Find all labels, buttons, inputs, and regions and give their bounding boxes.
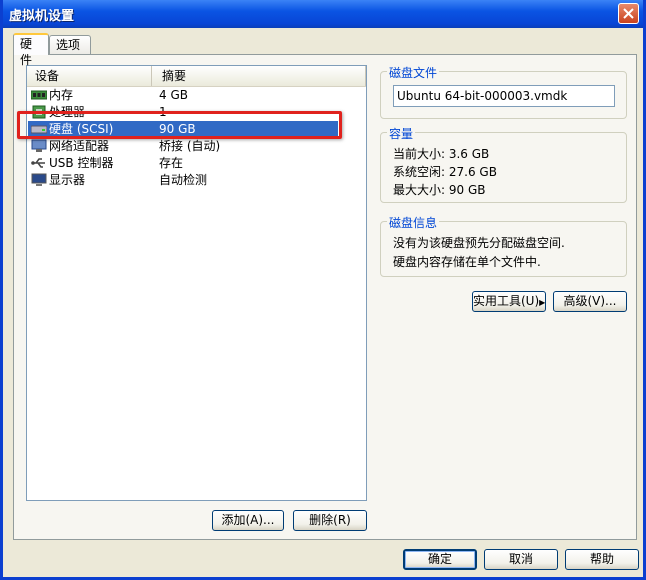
device-row-network-adapter[interactable]: 网络适配器 桥接 (自动): [28, 138, 338, 155]
display-icon: [31, 173, 47, 186]
device-row-memory[interactable]: 内存 4 GB: [28, 87, 338, 104]
system-free-text: 系统空闲: 27.6 GB: [393, 165, 497, 179]
usb-icon: [31, 158, 45, 168]
column-header-summary[interactable]: 摘要: [152, 66, 366, 86]
device-name: 网络适配器: [49, 139, 110, 153]
disk-file-field[interactable]: Ubuntu 64-bit-000003.vmdk: [393, 85, 615, 107]
remove-device-button[interactable]: 删除(R): [293, 510, 367, 531]
vm-settings-window: 虚拟机设置 硬件 选项 设备 摘要 内存 4 GB 处理器 1 硬盘 (SCSI…: [0, 0, 646, 580]
disk-file-legend: 磁盘文件: [387, 64, 440, 81]
device-summary: 存在: [159, 156, 184, 170]
device-summary: 4 GB: [159, 88, 188, 102]
disk-info-line-2: 硬盘内容存储在单个文件中.: [393, 255, 541, 269]
capacity-legend: 容量: [387, 125, 416, 142]
device-name: 内存: [49, 88, 74, 102]
capacity-group: 容量 当前大小: 3.6 GB 系统空闲: 27.6 GB 最大大小: 90 G…: [380, 125, 627, 203]
disk-info-line-1: 没有为该硬盘预先分配磁盘空间.: [393, 236, 565, 250]
title-bar[interactable]: 虚拟机设置: [3, 0, 643, 28]
device-summary: 桥接 (自动): [159, 139, 221, 153]
help-button[interactable]: 帮助: [565, 549, 639, 570]
disk-file-group: 磁盘文件 Ubuntu 64-bit-000003.vmdk: [380, 64, 627, 119]
max-size-text: 最大大小: 90 GB: [393, 183, 486, 197]
window-title: 虚拟机设置: [9, 9, 75, 24]
cancel-button[interactable]: 取消: [484, 549, 558, 570]
annotation-highlight: [17, 111, 342, 139]
disk-info-group: 磁盘信息 没有为该硬盘预先分配磁盘空间. 硬盘内容存储在单个文件中.: [380, 214, 627, 277]
network-adapter-icon: [31, 139, 47, 152]
tab-options[interactable]: 选项: [49, 35, 91, 54]
tab-hardware[interactable]: 硬件: [13, 33, 49, 67]
device-name: 显示器: [49, 173, 86, 187]
add-device-button[interactable]: 添加(A)...: [212, 510, 284, 531]
current-size-text: 当前大小: 3.6 GB: [393, 147, 490, 161]
device-row-display[interactable]: 显示器 自动检测: [28, 172, 338, 189]
ok-button[interactable]: 确定: [403, 549, 477, 570]
device-list-header: 设备 摘要: [27, 66, 366, 87]
advanced-button[interactable]: 高级(V)...: [553, 291, 627, 312]
device-summary: 自动检测: [159, 173, 208, 187]
close-icon: [623, 8, 634, 19]
disk-info-legend: 磁盘信息: [387, 214, 440, 231]
close-button[interactable]: [618, 3, 639, 24]
device-name: USB 控制器: [49, 156, 114, 170]
dropdown-arrow-icon: ▶: [539, 298, 546, 307]
column-header-device[interactable]: 设备: [27, 66, 152, 86]
memory-icon: [31, 90, 47, 100]
device-row-usb-controller[interactable]: USB 控制器 存在: [28, 155, 338, 172]
utilities-button[interactable]: 实用工具(U)▶: [472, 291, 546, 312]
